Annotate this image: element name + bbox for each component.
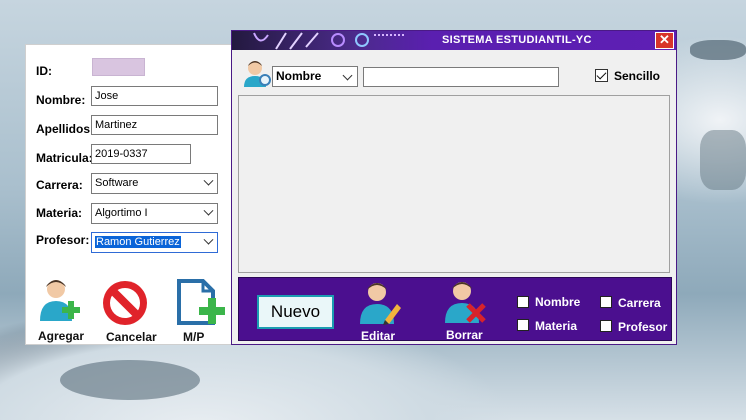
materia-label: Materia: <box>36 206 83 220</box>
search-field-select[interactable]: Nombre <box>272 66 358 87</box>
cancelar-label[interactable]: Cancelar <box>106 330 157 344</box>
main-window: SISTEMA ESTUDIANTIL-YC ✕ Nombre Sencillo… <box>231 30 677 345</box>
search-input[interactable] <box>363 67 559 87</box>
apellidos-label: Apellidos: <box>36 122 95 136</box>
editar-label[interactable]: Editar <box>361 329 395 343</box>
chevron-down-icon[interactable] <box>342 70 353 81</box>
filter-nombre-checkbox[interactable] <box>517 296 529 308</box>
cancel-icon[interactable] <box>100 278 150 328</box>
nuevo-button[interactable]: Nuevo <box>257 295 334 329</box>
chevron-down-icon[interactable] <box>203 205 214 216</box>
wallpaper-rock <box>690 40 746 60</box>
chevron-down-icon[interactable] <box>203 234 214 245</box>
id-field[interactable] <box>92 58 145 76</box>
filter-carrera-checkbox[interactable] <box>600 296 612 308</box>
close-icon: ✕ <box>659 32 670 47</box>
user-edit-icon[interactable] <box>357 280 401 326</box>
sencillo-checkbox[interactable] <box>595 69 608 82</box>
filter-materia-checkbox[interactable] <box>517 319 529 331</box>
window-title: SISTEMA ESTUDIANTIL-YC <box>442 34 592 46</box>
matricula-field[interactable]: 2019-0337 <box>91 144 191 164</box>
materia-value: Algortimo I <box>95 207 148 219</box>
user-delete-icon[interactable] <box>442 279 486 325</box>
mp-label[interactable]: M/P <box>183 330 204 344</box>
filter-profesor-label: Profesor <box>618 320 668 334</box>
actions-panel: Nuevo Editar Borrar Nombre Carrera Mater… <box>238 277 672 343</box>
sencillo-label: Sencillo <box>614 69 661 83</box>
carrera-select[interactable]: Software <box>91 173 218 194</box>
filter-carrera-label: Carrera <box>618 296 661 310</box>
wallpaper-rock <box>700 130 746 190</box>
filter-profesor-checkbox[interactable] <box>600 320 612 332</box>
agregar-label[interactable]: Agregar <box>38 329 84 343</box>
filter-nombre-label: Nombre <box>535 295 581 309</box>
carrera-label: Carrera: <box>36 178 83 192</box>
title-bar[interactable]: SISTEMA ESTUDIANTIL-YC ✕ <box>232 31 676 50</box>
id-label: ID: <box>36 64 52 78</box>
search-field-value: Nombre <box>276 69 322 83</box>
document-add-icon[interactable] <box>175 277 227 329</box>
profesor-select[interactable]: Ramon Gutierrez <box>91 232 218 253</box>
materia-select[interactable]: Algortimo I <box>91 203 218 224</box>
wallpaper-rock <box>60 360 200 400</box>
borrar-label[interactable]: Borrar <box>446 328 483 342</box>
results-grid[interactable] <box>238 95 670 273</box>
title-decoration <box>253 32 406 50</box>
matricula-label: Matricula: <box>36 151 93 165</box>
user-add-icon[interactable] <box>36 277 82 327</box>
profesor-value: Ramon Gutierrez <box>95 236 181 248</box>
apellidos-field[interactable]: Martinez <box>91 115 218 135</box>
student-form-window: ID: Nombre: Jose Apellidos: Martinez Mat… <box>25 44 233 345</box>
user-search-icon <box>244 61 271 87</box>
nombre-label: Nombre: <box>36 93 86 107</box>
chevron-down-icon[interactable] <box>203 175 214 186</box>
filter-materia-label: Materia <box>535 319 578 333</box>
profesor-label: Profesor: <box>36 233 90 247</box>
close-button[interactable]: ✕ <box>655 32 674 49</box>
nombre-field[interactable]: Jose <box>91 86 218 106</box>
carrera-value: Software <box>95 177 139 189</box>
